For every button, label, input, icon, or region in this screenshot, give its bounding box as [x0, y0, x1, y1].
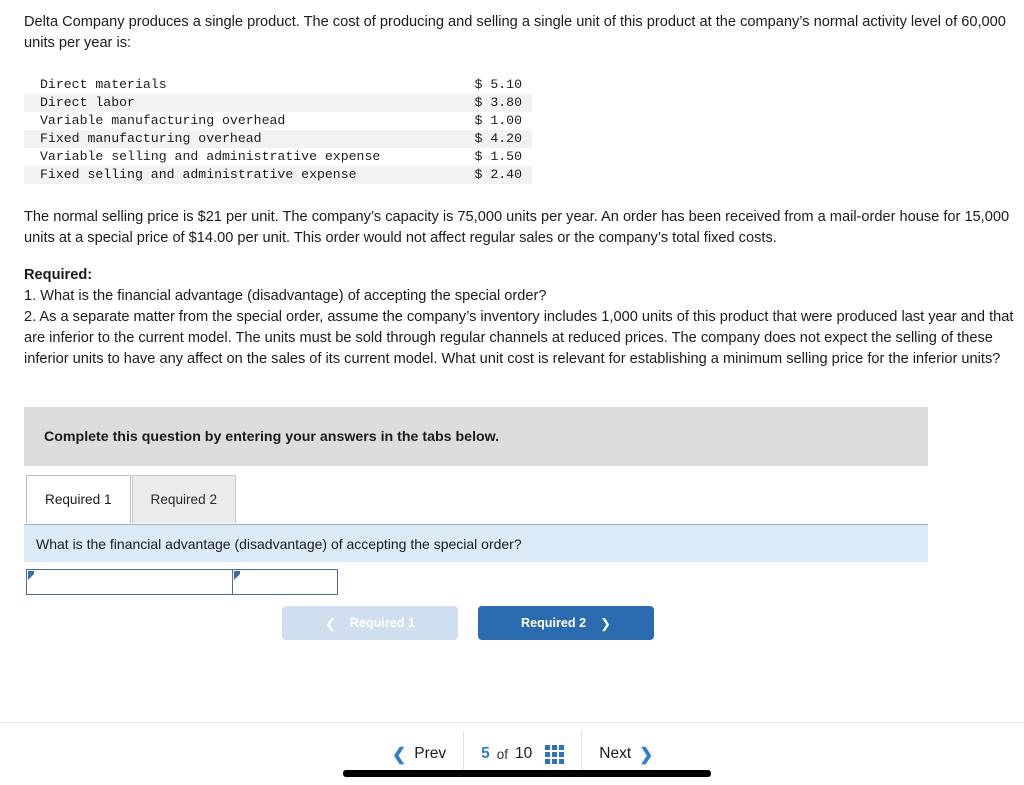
table-row: Direct labor $ 3.80 — [24, 94, 532, 112]
required-section: Required: 1. What is the financial advan… — [24, 265, 1020, 370]
cost-table: Direct materials $ 5.10 Direct labor $ 3… — [24, 76, 532, 184]
prev-page-label: Prev — [414, 745, 447, 762]
chevron-left-icon: ❮ — [392, 744, 407, 764]
cell-marker-icon — [28, 571, 34, 580]
tab-required-2[interactable]: Required 2 — [131, 475, 237, 523]
required-1-button-label: Required 1 — [349, 616, 415, 630]
cell-marker-icon — [234, 571, 240, 580]
cost-amount: $ 5.10 — [474, 77, 522, 92]
tab-required-2-label: Required 2 — [150, 492, 218, 507]
cost-table-body: Direct materials $ 5.10 Direct labor $ 3… — [24, 76, 532, 184]
special-order-paragraph: The normal selling price is $21 per unit… — [24, 209, 1010, 246]
required-nav: ❮ Required 1 Required 2 ❯ — [282, 606, 654, 640]
next-page-label: Next — [599, 745, 632, 762]
chevron-right-icon: ❯ — [600, 615, 611, 631]
pager-divider — [0, 722, 1024, 723]
bottom-progress-bar — [343, 770, 711, 777]
total-pages-number: 10 — [515, 745, 533, 762]
cost-label: Direct materials — [40, 77, 167, 92]
answer-cell-value[interactable] — [233, 570, 337, 594]
question-bar: What is the financial advantage (disadva… — [24, 524, 928, 562]
chevron-right-icon: ❯ — [639, 744, 654, 764]
instruction-banner: Complete this question by entering your … — [24, 407, 928, 466]
instruction-text: Complete this question by entering your … — [44, 428, 500, 445]
cost-label: Variable manufacturing overhead — [40, 113, 286, 128]
table-row: Variable selling and administrative expe… — [24, 148, 532, 166]
grid-icon[interactable] — [545, 744, 565, 764]
required-1-button[interactable]: ❮ Required 1 — [282, 606, 458, 640]
required-item-2: 2. As a separate matter from the special… — [24, 309, 1014, 367]
answer-cell-label[interactable] — [27, 570, 233, 594]
answer-input-label[interactable] — [27, 570, 232, 594]
required-item-1: 1. What is the financial advantage (disa… — [24, 288, 547, 304]
cost-label: Direct labor — [40, 95, 135, 110]
required-heading: Required: — [24, 267, 93, 283]
tabstrip: Required 1 Required 2 — [26, 475, 237, 523]
cost-amount: $ 4.20 — [474, 131, 522, 146]
table-row: Variable manufacturing overhead $ 1.00 — [24, 112, 532, 130]
tab-required-1-label: Required 1 — [45, 492, 112, 507]
cost-amount: $ 1.50 — [474, 149, 522, 164]
cost-label: Fixed selling and administrative expense — [40, 167, 357, 182]
problem-statement: Delta Company produces a single product.… — [24, 14, 1006, 51]
cost-amount: $ 2.40 — [474, 167, 522, 182]
answer-input-row — [26, 569, 338, 595]
cost-label: Variable selling and administrative expe… — [40, 149, 381, 164]
tab-required-1[interactable]: Required 1 — [26, 475, 131, 523]
required-2-button[interactable]: Required 2 ❯ — [478, 606, 654, 640]
cost-amount: $ 3.80 — [474, 95, 522, 110]
current-page-number: 5 — [481, 745, 490, 762]
required-2-button-label: Required 2 — [521, 616, 587, 630]
table-row: Fixed manufacturing overhead $ 4.20 — [24, 130, 532, 148]
answer-input-value[interactable] — [233, 570, 337, 594]
chevron-left-icon: ❮ — [325, 615, 336, 631]
table-row: Direct materials $ 5.10 — [24, 76, 532, 94]
page-of-label: of — [496, 746, 509, 762]
table-row: Fixed selling and administrative expense… — [24, 166, 532, 184]
question-text: What is the financial advantage (disadva… — [36, 535, 522, 552]
cost-label: Fixed manufacturing overhead — [40, 131, 262, 146]
cost-amount: $ 1.00 — [474, 113, 522, 128]
